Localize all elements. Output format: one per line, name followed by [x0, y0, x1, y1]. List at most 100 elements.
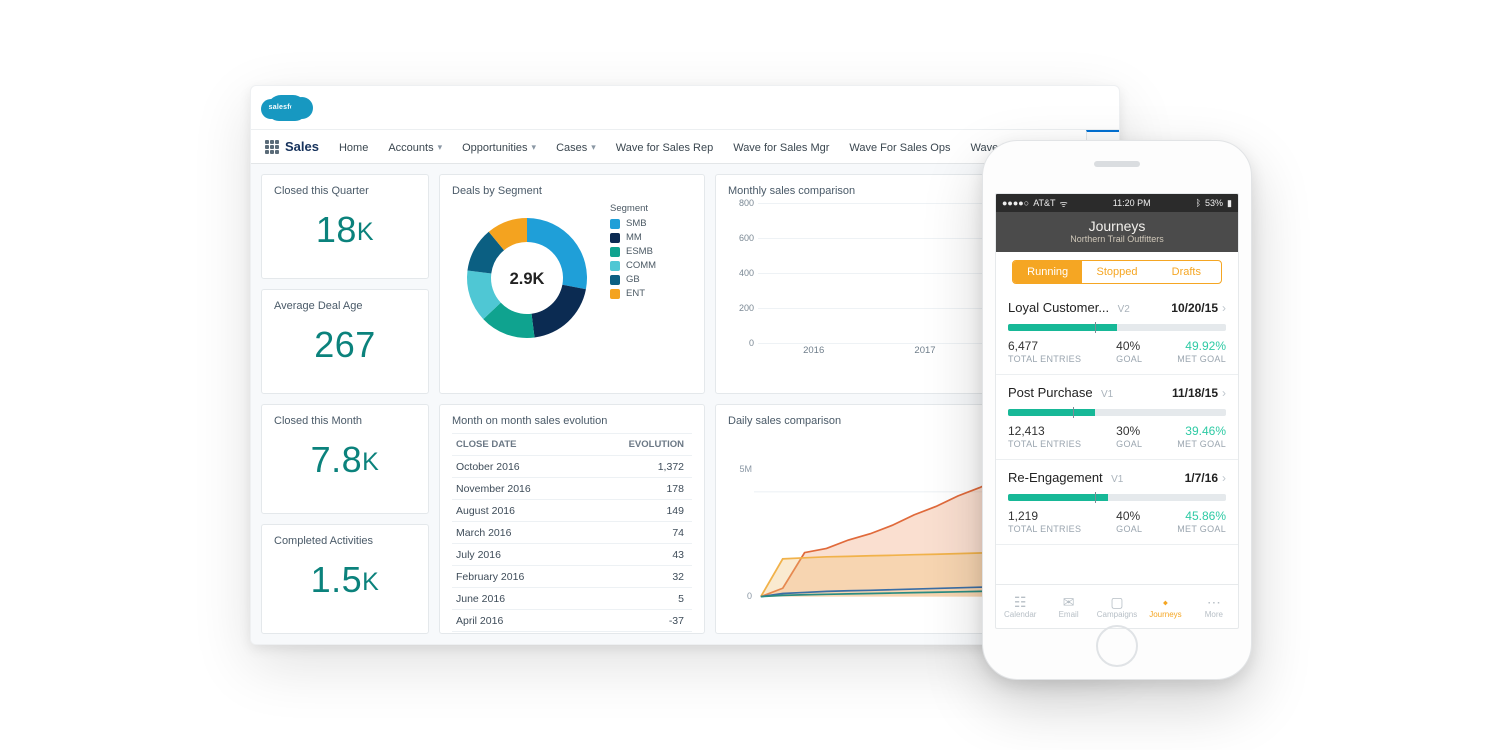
legend-swatch [610, 233, 620, 243]
journey-name: Post Purchase [1008, 385, 1093, 400]
segment-drafts[interactable]: Drafts [1152, 261, 1221, 283]
stat-met-goal: 45.86% [1177, 509, 1226, 523]
cell-value: 1,372 [584, 456, 692, 478]
axis-tick: 200 [739, 303, 754, 313]
table-row[interactable]: March 201674 [452, 522, 692, 544]
tab-more[interactable]: ⋯More [1190, 585, 1238, 628]
table-row[interactable]: October 20161,372 [452, 456, 692, 478]
donut-legend: Segment SMBMMESMBCOMMGBENT [610, 203, 656, 302]
card-deals-by-segment[interactable]: Deals by Segment 2.9K Segment SMBMMESMBC… [439, 174, 705, 394]
tab-label: More [1205, 610, 1223, 619]
table-row[interactable]: May 2016-59 [452, 632, 692, 635]
nav-tab-home[interactable]: Home [329, 130, 378, 163]
chevron-down-icon: ▾ [591, 142, 596, 153]
tab-label: Email [1059, 610, 1079, 619]
journey-item[interactable]: Re-Engagement V11/7/16›1,219TOTAL ENTRIE… [996, 460, 1238, 545]
cell-value: -37 [584, 610, 692, 632]
tab-label: Calendar [1004, 610, 1036, 619]
tab-calendar[interactable]: ☷Calendar [996, 585, 1044, 628]
nav-tab-wave-for-sales-rep[interactable]: Wave for Sales Rep [606, 130, 723, 163]
legend-label: GB [626, 274, 640, 285]
kpi-closed-month[interactable]: Closed this Month 7.8K [261, 404, 429, 514]
phone-tabbar: ☷Calendar✉Email▢Campaigns⬩Journeys⋯More [996, 584, 1238, 628]
donut-slice-mm [532, 285, 586, 338]
cell-date: June 2016 [452, 588, 584, 610]
stat-met-goal: 39.46% [1177, 424, 1226, 438]
legend-swatch [610, 219, 620, 229]
nav-tab-wave-for-sales-mgr[interactable]: Wave for Sales Mgr [723, 130, 839, 163]
axis-tick: 0 [728, 591, 752, 601]
kpi-completed-activities[interactable]: Completed Activities 1.5K [261, 524, 429, 634]
stat-label: GOAL [1116, 524, 1142, 534]
axis-label: 2017 [914, 345, 935, 363]
axis-tick: 800 [739, 198, 754, 208]
cell-date: November 2016 [452, 478, 584, 500]
cell-value: 74 [584, 522, 692, 544]
kpi-closed-quarter[interactable]: Closed this Quarter 18K [261, 174, 429, 279]
bluetooth-icon: ᛒ [1196, 198, 1201, 208]
table-row[interactable]: April 2016-37 [452, 610, 692, 632]
donut-chart: 2.9K [452, 203, 602, 353]
table-row[interactable]: July 201643 [452, 544, 692, 566]
card-title: Month on month sales evolution [452, 415, 692, 427]
logo-text: salesforce [269, 104, 306, 111]
segment-control[interactable]: RunningStoppedDrafts [1012, 260, 1222, 284]
axis-tick: 0 [749, 338, 754, 348]
cell-value: 149 [584, 500, 692, 522]
segment-running[interactable]: Running [1013, 261, 1082, 283]
legend-item: SMB [610, 218, 656, 229]
table-row[interactable]: November 2016178 [452, 478, 692, 500]
donut-center-value: 2.9K [510, 270, 545, 288]
cell-value: -59 [584, 632, 692, 635]
nav-tab-cases[interactable]: Cases▾ [546, 130, 606, 163]
app-launcher[interactable]: Sales [261, 130, 329, 163]
card-sales-evolution-table[interactable]: Month on month sales evolution CLOSE DAT… [439, 404, 705, 634]
kpi-avg-deal-age[interactable]: Average Deal Age 267 [261, 289, 429, 394]
journey-date: 1/7/16 [1185, 471, 1218, 485]
tab-label: Wave for Sales Rep [616, 142, 713, 154]
tab-label: Wave For Sales Ops [849, 142, 950, 154]
tab-email[interactable]: ✉Email [1044, 585, 1092, 628]
stat-label: TOTAL ENTRIES [1008, 354, 1081, 364]
nav-tab-wave-for-sales-ops[interactable]: Wave For Sales Ops [839, 130, 960, 163]
segment-stopped[interactable]: Stopped [1082, 261, 1151, 283]
progress-bar [1008, 409, 1226, 416]
tab-journeys[interactable]: ⬩Journeys [1141, 585, 1189, 628]
table-row[interactable]: February 201632 [452, 566, 692, 588]
stat-goal: 40% [1116, 339, 1142, 353]
journey-item[interactable]: Loyal Customer... V210/20/15›6,477TOTAL … [996, 290, 1238, 375]
axis-label: 2016 [803, 345, 824, 363]
phone-screen: ●●●●○ AT&T ᯤ 11:20 PM ᛒ 53% ▮ Journeys N… [995, 193, 1239, 629]
legend-item: COMM [610, 260, 656, 271]
journey-list: Loyal Customer... V210/20/15›6,477TOTAL … [996, 290, 1238, 584]
tab-label: Home [339, 142, 368, 154]
tab-label: Opportunities [462, 142, 527, 154]
wifi-icon: ᯤ [1060, 197, 1068, 210]
nav-tab-accounts[interactable]: Accounts▾ [378, 130, 452, 163]
phone-header: Journeys Northern Trail Outfitters [996, 212, 1238, 252]
goal-marker [1095, 492, 1096, 503]
tab-label: Wave for Sales Mgr [733, 142, 829, 154]
chevron-right-icon: › [1222, 386, 1226, 400]
journey-date: 10/20/15 [1171, 301, 1218, 315]
progress-bar [1008, 494, 1226, 501]
tab-campaigns[interactable]: ▢Campaigns [1093, 585, 1141, 628]
table-row[interactable]: June 20165 [452, 588, 692, 610]
carrier-label: AT&T [1033, 198, 1055, 208]
legend-label: ENT [626, 288, 645, 299]
journey-item[interactable]: Post Purchase V111/18/15›12,413TOTAL ENT… [996, 375, 1238, 460]
axis-tick: 400 [739, 268, 754, 278]
journey-version: V1 [1111, 474, 1123, 485]
phone-device: ●●●●○ AT&T ᯤ 11:20 PM ᛒ 53% ▮ Journeys N… [982, 140, 1252, 680]
cell-value: 43 [584, 544, 692, 566]
table-header: CLOSE DATE [452, 434, 584, 456]
stat-label: MET GOAL [1177, 524, 1226, 534]
calendar-icon: ☷ [1014, 595, 1027, 609]
stat-label: MET GOAL [1177, 354, 1226, 364]
legend-swatch [610, 247, 620, 257]
legend-label: COMM [626, 260, 656, 271]
stat-label: TOTAL ENTRIES [1008, 439, 1081, 449]
nav-tab-opportunities[interactable]: Opportunities▾ [452, 130, 546, 163]
table-row[interactable]: August 2016149 [452, 500, 692, 522]
stat-label: MET GOAL [1177, 439, 1226, 449]
